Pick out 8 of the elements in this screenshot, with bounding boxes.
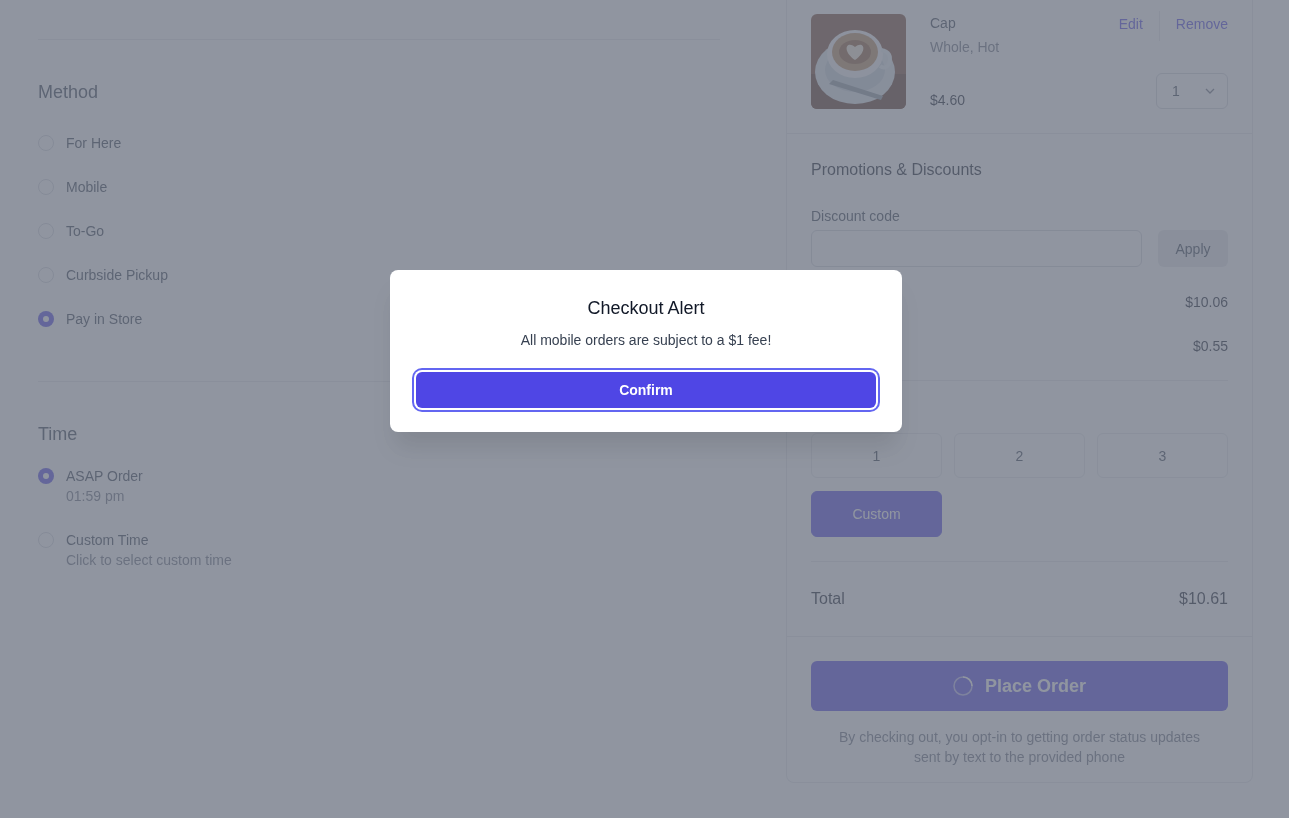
total-amount: $10.61 xyxy=(1179,589,1228,609)
amount: $0.55 xyxy=(1192,337,1228,356)
total-label: Total xyxy=(811,589,845,609)
section-heading: Promotions & Discounts xyxy=(811,160,983,180)
item-price: $4.60 xyxy=(930,91,966,110)
dialog-message: All mobile orders are subject to a $1 fee! xyxy=(519,331,773,350)
dialog-title: Checkout Alert xyxy=(587,297,705,320)
amount: $10.06 xyxy=(1185,293,1228,312)
